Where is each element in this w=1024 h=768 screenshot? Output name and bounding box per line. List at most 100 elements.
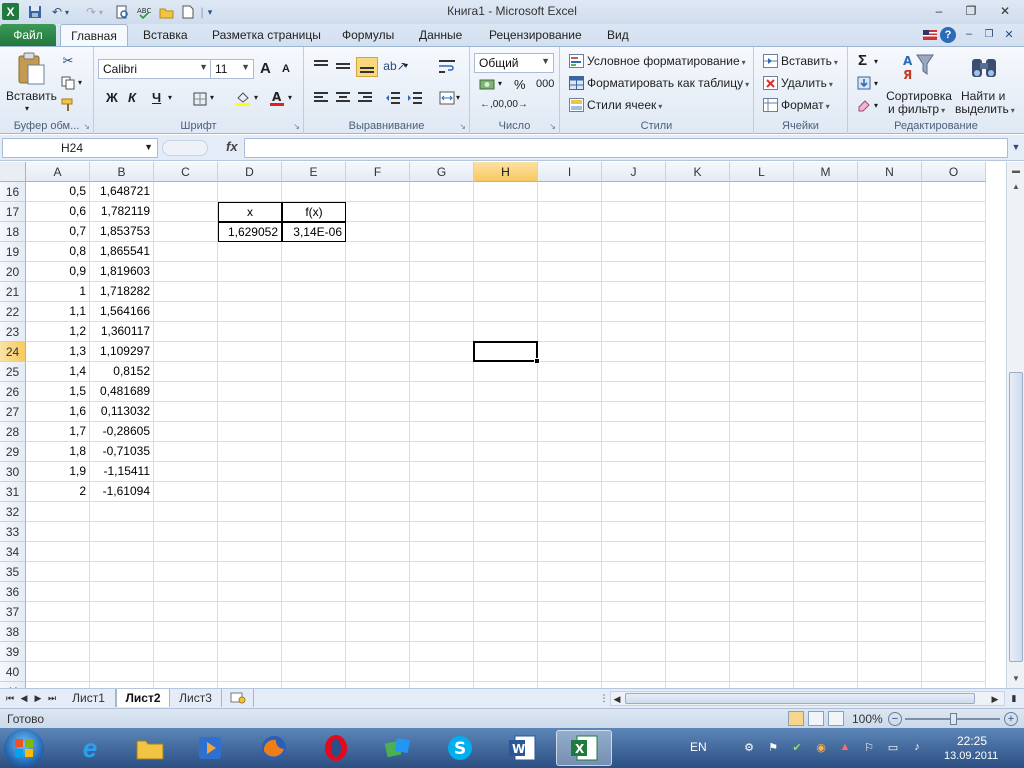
cell-g32[interactable] xyxy=(410,502,474,522)
cell-o22[interactable] xyxy=(922,302,986,322)
cell-f21[interactable] xyxy=(346,282,410,302)
cell-f40[interactable] xyxy=(346,662,410,682)
cell-o39[interactable] xyxy=(922,642,986,662)
cell-k35[interactable] xyxy=(666,562,730,582)
cell-m34[interactable] xyxy=(794,542,858,562)
split-vertical-icon[interactable]: ▬ xyxy=(1008,162,1024,178)
cell-i19[interactable] xyxy=(538,242,602,262)
cell-n23[interactable] xyxy=(858,322,922,342)
format-as-table-icon[interactable] xyxy=(568,75,584,91)
cell-n20[interactable] xyxy=(858,262,922,282)
cell-g36[interactable] xyxy=(410,582,474,602)
tab-data[interactable]: Данные xyxy=(419,28,462,42)
row-header-29[interactable]: 29 xyxy=(0,442,26,462)
opera-taskbar-icon[interactable] xyxy=(308,730,364,766)
cell-g19[interactable] xyxy=(410,242,474,262)
cell-i32[interactable] xyxy=(538,502,602,522)
underline-button[interactable]: Ч xyxy=(152,90,161,105)
cell-a23[interactable]: 1,2 xyxy=(26,322,90,342)
cell-c20[interactable] xyxy=(154,262,218,282)
cell-e28[interactable] xyxy=(282,422,346,442)
cell-i16[interactable] xyxy=(538,182,602,202)
bold-button[interactable]: Ж xyxy=(106,90,118,105)
cell-c16[interactable] xyxy=(154,182,218,202)
column-header-f[interactable]: F xyxy=(346,162,410,182)
cell-b36[interactable] xyxy=(90,582,154,602)
cell-j35[interactable] xyxy=(602,562,666,582)
cell-j20[interactable] xyxy=(602,262,666,282)
cell-n29[interactable] xyxy=(858,442,922,462)
align-bottom-icon[interactable] xyxy=(356,57,378,77)
font-size-dropdown-icon[interactable]: ▼ xyxy=(241,62,250,72)
select-all-corner[interactable] xyxy=(0,162,26,182)
font-color-dropdown-icon[interactable]: ▾ xyxy=(288,93,292,102)
cell-g34[interactable] xyxy=(410,542,474,562)
action-center-tray-icon[interactable]: ⚐ xyxy=(862,740,876,754)
antivirus-tray-icon[interactable]: ◉ xyxy=(814,740,828,754)
insert-function-button[interactable]: fx xyxy=(226,139,238,154)
alignment-launcher-icon[interactable]: ↘ xyxy=(459,122,466,131)
cell-o29[interactable] xyxy=(922,442,986,462)
cell-i18[interactable] xyxy=(538,222,602,242)
row-header-21[interactable]: 21 xyxy=(0,282,26,302)
cell-o34[interactable] xyxy=(922,542,986,562)
cell-m35[interactable] xyxy=(794,562,858,582)
cell-h23[interactable] xyxy=(474,322,538,342)
tab-formulas[interactable]: Формулы xyxy=(342,28,394,42)
cell-m17[interactable] xyxy=(794,202,858,222)
cell-l25[interactable] xyxy=(730,362,794,382)
cell-k21[interactable] xyxy=(666,282,730,302)
zoom-out-icon[interactable]: − xyxy=(888,712,902,726)
cell-b22[interactable]: 1,564166 xyxy=(90,302,154,322)
row-header-37[interactable]: 37 xyxy=(0,602,26,622)
cell-o31[interactable] xyxy=(922,482,986,502)
cell-h19[interactable] xyxy=(474,242,538,262)
cell-n21[interactable] xyxy=(858,282,922,302)
clock-date[interactable]: 13.09.2011 xyxy=(944,750,998,762)
row-header-16[interactable]: 16 xyxy=(0,182,26,202)
cell-i30[interactable] xyxy=(538,462,602,482)
cell-b18[interactable]: 1,853753 xyxy=(90,222,154,242)
restore-button[interactable]: ❐ xyxy=(958,2,984,20)
vertical-scroll-thumb[interactable] xyxy=(1009,372,1023,662)
cell-b19[interactable]: 1,865541 xyxy=(90,242,154,262)
cell-a30[interactable]: 1,9 xyxy=(26,462,90,482)
cell-j34[interactable] xyxy=(602,542,666,562)
media-player-taskbar-icon[interactable] xyxy=(182,730,238,766)
cell-f33[interactable] xyxy=(346,522,410,542)
cell-n19[interactable] xyxy=(858,242,922,262)
cell-b27[interactable]: 0,113032 xyxy=(90,402,154,422)
borders-dropdown-icon[interactable]: ▾ xyxy=(210,93,214,102)
cell-n30[interactable] xyxy=(858,462,922,482)
cell-h17[interactable] xyxy=(474,202,538,222)
cell-d36[interactable] xyxy=(218,582,282,602)
firefox-taskbar-icon[interactable] xyxy=(246,730,302,766)
cell-a28[interactable]: 1,7 xyxy=(26,422,90,442)
formula-input[interactable] xyxy=(244,138,1008,158)
delete-cells-button[interactable]: Удалить ▾ xyxy=(781,76,833,90)
monitor-tray-icon[interactable]: ▭ xyxy=(886,740,900,754)
cell-j38[interactable] xyxy=(602,622,666,642)
cell-f22[interactable] xyxy=(346,302,410,322)
cell-o17[interactable] xyxy=(922,202,986,222)
sheet-tab-2[interactable]: Лист2 xyxy=(116,689,170,707)
cell-c18[interactable] xyxy=(154,222,218,242)
cell-a39[interactable] xyxy=(26,642,90,662)
cell-j23[interactable] xyxy=(602,322,666,342)
cell-j19[interactable] xyxy=(602,242,666,262)
cell-e34[interactable] xyxy=(282,542,346,562)
autosum-button[interactable]: Σ xyxy=(858,52,867,69)
cell-k34[interactable] xyxy=(666,542,730,562)
sort-filter-line1[interactable]: Сортировка xyxy=(886,89,952,103)
cell-c19[interactable] xyxy=(154,242,218,262)
cell-h40[interactable] xyxy=(474,662,538,682)
row-header-19[interactable]: 19 xyxy=(0,242,26,262)
prev-sheet-icon[interactable]: ◀ xyxy=(18,691,30,706)
cell-b28[interactable]: -0,28605 xyxy=(90,422,154,442)
cell-e35[interactable] xyxy=(282,562,346,582)
cell-n33[interactable] xyxy=(858,522,922,542)
cell-c28[interactable] xyxy=(154,422,218,442)
cell-d33[interactable] xyxy=(218,522,282,542)
vertical-scrollbar[interactable]: ▬ ▲ ▼ xyxy=(1006,162,1024,688)
cell-i39[interactable] xyxy=(538,642,602,662)
